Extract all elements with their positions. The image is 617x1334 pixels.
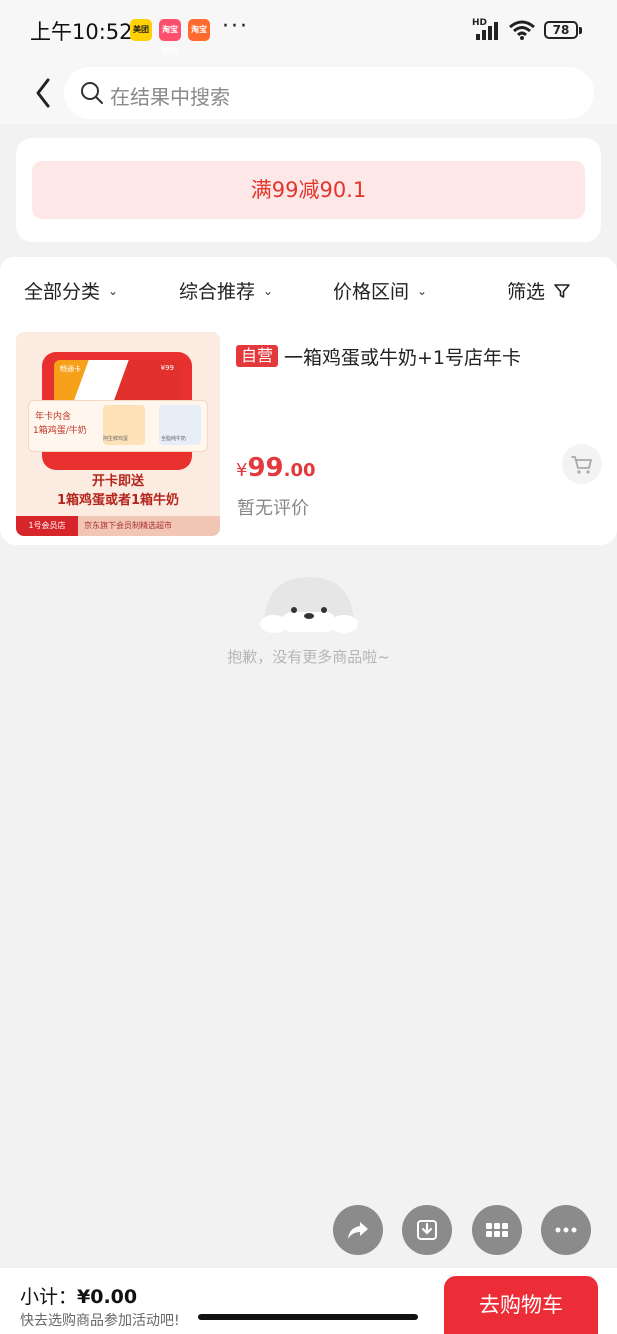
go-to-cart-button[interactable]: 去购物车 [444,1276,598,1334]
bottom-bar: 小计：¥0.00 快去选购商品参加活动吧! 去购物车 [0,1268,617,1334]
filter-screen-label: 筛选 [507,281,546,303]
back-arrow-icon[interactable] [30,75,58,111]
subtotal-label: 小计： [20,1286,78,1308]
price-decimal: .00 [283,460,316,481]
product-price: ¥99.00 [236,453,316,483]
filter-screen[interactable]: 筛选 [507,277,571,304]
more-button[interactable] [541,1205,591,1255]
card-inner-text-2: 1箱鸡蛋/牛奶 [33,426,87,436]
search-placeholder: 在结果中搜索 [110,85,230,109]
wifi-icon [509,20,535,40]
download-button[interactable] [402,1205,452,1255]
status-more-icon: ··· [222,14,249,39]
chevron-down-icon: ⌄ [417,283,428,298]
promo-card: 满99减90.1 [16,138,601,242]
filter-price-range[interactable]: 价格区间 ⌄ [333,277,427,304]
chevron-down-icon: ⌄ [263,283,274,298]
cart-icon [571,456,592,474]
meituan-app-icon: 美团 [130,19,152,41]
image-footer-text: 京东旗下会员制精选超市 [84,521,172,530]
grid-menu-button[interactable] [472,1205,522,1255]
filter-icon [554,283,570,298]
filter-bar: 全部分类 ⌄ 综合推荐 ⌄ 价格区间 ⌄ 筛选 [0,257,617,323]
battery-tip [579,27,582,34]
card-inner-text-1: 年卡内含 [35,412,72,422]
store-label: 1号会员店 [16,516,78,536]
card-contents-box: 年卡内含 1箱鸡蛋/牛奶 阿生鲜鸡蛋 全脂纯牛奶 [28,400,208,452]
status-time: 上午10:52 [30,20,133,44]
chevron-down-icon: ⌄ [108,283,119,298]
promo-banner[interactable]: 满99减90.1 [32,161,585,219]
self-operated-badge: 自营 [236,345,279,367]
share-icon [348,1222,368,1239]
battery-icon: 78 [544,21,578,39]
search-header: 在结果中搜索 [0,62,617,124]
status-bar: 上午10:52 美团 淘宝特价 淘宝 ··· HD 78 [0,0,617,62]
card-label: 畅通卡 [60,365,81,373]
search-input[interactable]: 在结果中搜索 [64,67,594,119]
empty-dog-icon [260,577,358,633]
egg-label: 阿生鲜鸡蛋 [103,436,129,442]
home-indicator[interactable] [198,1314,418,1320]
subtotal: 小计：¥0.00 [20,1282,137,1309]
price-integer: 99 [247,453,284,483]
filter-category-label: 全部分类 [24,281,101,303]
product-card[interactable]: 畅通卡 ¥99 年卡内含 1箱鸡蛋/牛奶 阿生鲜鸡蛋 全脂纯牛奶 开卡即送 1箱… [0,323,617,545]
price-symbol: ¥ [236,460,248,481]
filter-sort-label: 综合推荐 [179,281,256,303]
signal-icon [476,22,498,40]
filter-category[interactable]: 全部分类 ⌄ [24,277,118,304]
image-footer: 1号会员店 京东旗下会员制精选超市 [16,516,220,536]
add-to-cart-button[interactable] [562,444,602,484]
filter-sort[interactable]: 综合推荐 ⌄ [179,277,273,304]
more-icon [555,1227,577,1233]
taobao-app-icon: 淘宝 [188,19,210,41]
image-promo-2: 1箱鸡蛋或者1箱牛奶 [56,493,180,508]
grid-icon [486,1223,508,1237]
filter-price-label: 价格区间 [333,281,410,303]
share-button[interactable] [333,1205,383,1255]
image-promo-1: 开卡即送 [91,474,144,489]
search-icon [81,82,103,104]
review-status: 暂无评价 [237,498,309,519]
milk-label: 全脂纯牛奶 [161,436,187,442]
empty-state-text: 抱歉，没有更多商品啦~ [227,648,390,666]
product-title[interactable]: 一箱鸡蛋或牛奶+1号店年卡 [284,343,521,370]
card-price: ¥99 [160,364,174,372]
taobao-special-app-icon: 淘宝特价 [159,19,181,56]
subtotal-value: ¥0.00 [77,1286,138,1308]
activity-hint: 快去选购商品参加活动吧! [20,1313,180,1329]
download-icon [417,1220,437,1240]
product-image[interactable]: 畅通卡 ¥99 年卡内含 1箱鸡蛋/牛奶 阿生鲜鸡蛋 全脂纯牛奶 开卡即送 1箱… [16,332,220,536]
